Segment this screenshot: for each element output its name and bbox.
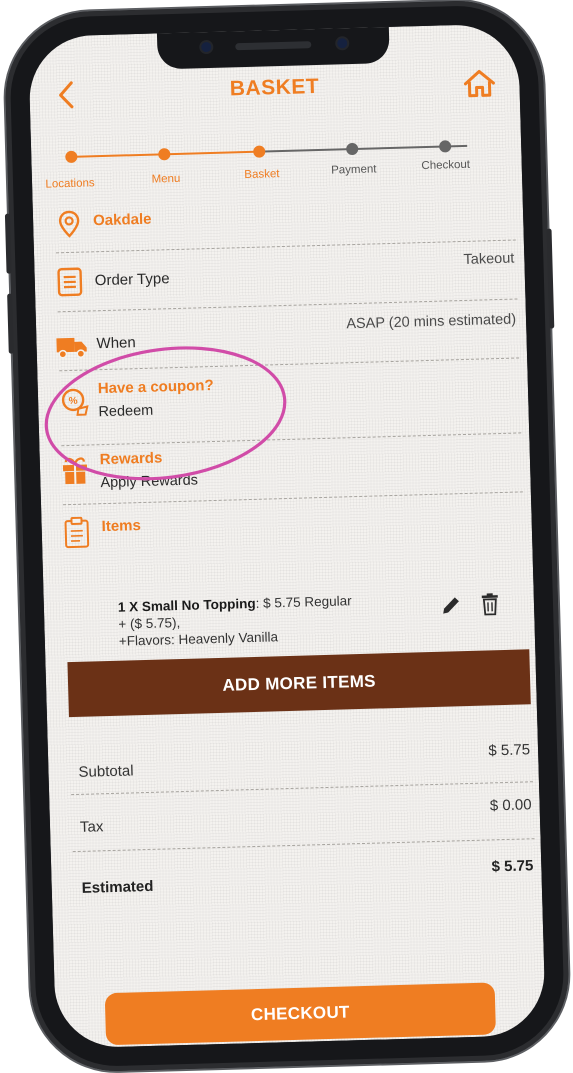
add-more-items-button[interactable]: ADD MORE ITEMS [67,649,531,718]
progress-stepper: Locations Menu Basket Payment Checkout [31,123,522,197]
step-dot-payment [346,142,359,156]
item-name: 1 X Small No Topping [117,595,256,615]
notch [156,26,390,70]
tax-label: Tax [79,818,104,836]
stepper-line-todo [259,144,468,153]
svg-text:%: % [69,396,78,407]
tax-value: $ 0.00 [489,796,532,815]
pencil-icon [443,597,459,614]
phone-frame: BASKET Locations Menu Basket Payment Che… [3,0,571,1073]
step-dot-menu [158,148,171,161]
redeem-link[interactable]: Redeem [98,403,153,421]
step-basket[interactable]: Basket [222,167,302,181]
speaker [235,41,312,51]
gift-icon [62,457,88,485]
edit-item-button[interactable] [440,594,463,617]
order-type-value: Takeout [463,250,515,268]
header: BASKET [29,63,520,117]
step-locations[interactable]: Locations [30,177,110,191]
totals-section: Subtotal $ 5.75 Tax $ 0.00 Estimated $ 5… [69,725,537,908]
location-pin-icon [58,210,80,238]
camera [337,38,348,49]
estimated-label: Estimated [81,877,154,897]
order-list-icon [57,267,83,297]
when-value: ASAP (20 mins estimated) [346,311,517,333]
item-price-line: + ($ 5.75), [118,615,181,632]
checkout-button[interactable]: CHECKOUT [104,982,496,1046]
apply-rewards-link[interactable]: Apply Rewards [100,472,198,491]
item-flavor: +Flavors: Heavenly Vanilla [118,629,279,649]
basket-item: 1 X Small No Topping: $ 5.75 Regular + (… [118,590,419,649]
coupon-percent-icon: % [61,388,89,416]
home-button[interactable] [461,66,498,101]
items-title: Items [101,517,142,536]
step-menu[interactable]: Menu [126,172,206,186]
app-screen: BASKET Locations Menu Basket Payment Che… [27,23,547,1049]
coupon-row[interactable]: % Have a coupon? Redeem [59,358,522,447]
volume-button [7,293,14,354]
delete-item-button[interactable] [480,592,501,617]
when-label: When [96,334,136,353]
clipboard-icon [64,516,90,549]
order-type-label: Order Type [94,270,170,290]
rewards-title[interactable]: Rewards [100,449,163,468]
subtotal-value: $ 5.75 [488,741,531,760]
step-dot-basket [253,145,266,158]
item-price: : $ 5.75 Regular [255,593,352,611]
trash-icon [481,593,498,616]
volume-button [4,213,12,274]
estimated-value: $ 5.75 [491,857,534,876]
location-name: Oakdale [92,210,152,230]
estimated-row: Estimated $ 5.75 [73,839,536,908]
page-title: BASKET [229,74,320,101]
step-dot-checkout [439,140,452,153]
basket-details: Oakdale Order Type Takeout When ASAP (20… [54,185,528,676]
coupon-title[interactable]: Have a coupon? [98,377,214,397]
items-section: Items 1 X Small No Topping: $ 5.75 Regul… [63,492,528,675]
camera [201,41,212,53]
delivery-truck-icon [56,337,87,359]
step-dot-locations [65,150,78,164]
subtotal-label: Subtotal [78,762,134,781]
power-button [546,228,555,329]
step-checkout[interactable]: Checkout [406,158,486,172]
step-payment[interactable]: Payment [314,163,394,177]
home-icon [463,69,495,98]
